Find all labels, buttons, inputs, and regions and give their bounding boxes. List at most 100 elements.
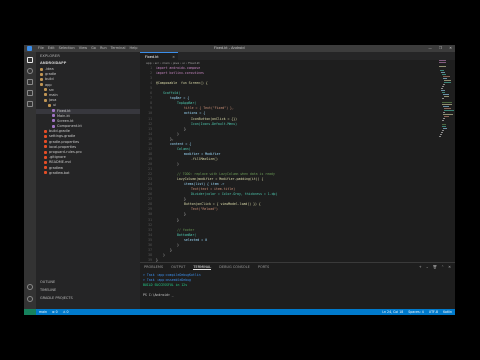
tab-debug-console[interactable]: DEBUG CONSOLE (219, 265, 250, 270)
cursor-position[interactable]: Ln 24, Col 18 (382, 309, 403, 315)
tab-fixed-kt[interactable]: Fixed.kt × (140, 52, 178, 60)
settings-icon[interactable] (27, 296, 33, 302)
file-tree-item[interactable]: gradlew.bat (36, 171, 140, 176)
file-icon (44, 98, 47, 102)
minimap-line (442, 130, 445, 131)
close-panel-icon[interactable]: ✕ (448, 265, 451, 269)
language-mode[interactable]: Kotlin (443, 309, 452, 315)
code-line: // TODO: replace with LazyColumn when da… (177, 172, 275, 177)
title-bar: File Edit Selection View Go Run Terminal Help F… (24, 45, 455, 52)
code-line: @Composable fun Screen() { (156, 81, 208, 86)
minimap-line (442, 104, 452, 105)
close-button[interactable]: ✕ (449, 45, 452, 52)
line-number: 13 (148, 126, 152, 131)
encoding[interactable]: UTF-8 (429, 309, 438, 315)
trash-icon[interactable]: 🗑 (433, 265, 437, 269)
file-tree-label: ui (53, 103, 57, 108)
file-tree-label: README.md (49, 160, 71, 165)
menu-item-view[interactable]: View (79, 45, 87, 52)
minimap-line (439, 60, 446, 61)
minimap-line (442, 124, 446, 125)
file-icon (44, 166, 47, 170)
minimap-line (439, 136, 442, 137)
minimap-line (440, 70, 444, 71)
new-terminal-icon[interactable]: + (419, 265, 422, 269)
code-line: Divider(color = Color.Gray, thickness = … (191, 192, 278, 197)
maximize-panel-icon[interactable]: ⌃ (441, 265, 444, 269)
code-line: actions = { (184, 111, 206, 116)
line-number: 7 (150, 96, 152, 101)
run-debug-icon[interactable] (27, 90, 33, 96)
minimap-line (443, 118, 446, 119)
line-number: 24 (148, 182, 152, 187)
status-right: Ln 24, Col 18 Spaces: 4 UTF-8 Kotlin (382, 309, 452, 315)
tab-terminal[interactable]: TERMINAL (193, 265, 212, 270)
file-tree-label: .idea (45, 67, 54, 71)
code-line: } (184, 126, 186, 131)
code-line: items(list) { item -> (184, 182, 225, 187)
line-number: 12 (148, 121, 152, 126)
file-icon (52, 124, 55, 128)
minimap-line (443, 84, 446, 85)
code-line: import kotlinx.coroutines (156, 71, 204, 76)
minimap-line (444, 80, 451, 81)
file-tree-label: gradle (45, 72, 57, 77)
extensions-icon[interactable] (27, 101, 33, 107)
file-tree-label: proguard-rules.pro (49, 150, 82, 154)
line-number: 36 (148, 242, 152, 247)
terminal-output[interactable]: > Task :app:compileDebugKotlin > Task :ap… (143, 273, 201, 298)
close-tab-icon[interactable]: × (172, 53, 175, 61)
line-number: 30 (148, 212, 152, 217)
warnings-count[interactable]: ⚠ 0 (63, 309, 69, 315)
remote-indicator[interactable] (24, 309, 36, 315)
branch-indicator[interactable]: main (39, 309, 47, 315)
line-number: 21 (148, 167, 152, 171)
line-number: 29 (148, 207, 152, 212)
line-number: 19 (148, 156, 152, 161)
line-number: 37 (148, 247, 152, 252)
gradle-section[interactable]: GRADLE PROJECTS (40, 296, 73, 300)
file-tree-label: gradlew.bat (49, 170, 70, 175)
menu-item-edit[interactable]: Edit (48, 45, 55, 52)
file-icon (52, 109, 55, 112)
file-icon (44, 171, 47, 175)
minimize-button[interactable]: — (428, 45, 432, 52)
menu-item-terminal[interactable]: Terminal (111, 45, 126, 52)
indentation[interactable]: Spaces: 4 (408, 309, 424, 315)
errors-count[interactable]: ⊗ 0 (52, 309, 58, 315)
menu-item-file[interactable]: File (38, 45, 44, 52)
menu-item-help[interactable]: Help (129, 45, 137, 52)
maximize-button[interactable]: ❐ (439, 45, 442, 52)
account-icon[interactable] (27, 284, 33, 290)
file-icon (40, 77, 43, 81)
search-icon[interactable] (27, 68, 33, 74)
file-tree-label: Main.kt (57, 113, 70, 118)
file-tree-label: Screen.kt (57, 118, 74, 123)
tab-ports[interactable]: PORTS (258, 265, 269, 270)
file-icon (52, 114, 55, 118)
panel-tabs: PROBLEMS OUTPUT TERMINAL DEBUG CONSOLE PORTS (144, 265, 269, 270)
outline-section[interactable]: OUTLINE (40, 280, 55, 284)
minimap-line (439, 62, 446, 63)
timeline-section[interactable]: TIMELINE (40, 288, 56, 292)
files-icon[interactable] (27, 57, 33, 63)
minimap-line (442, 102, 452, 103)
minimap[interactable] (439, 60, 454, 140)
breadcrumb[interactable]: app › src › main › java › ui › Fixed.kt (146, 61, 200, 65)
minimap-line (444, 110, 454, 111)
menu-item-go[interactable]: Go (91, 45, 96, 52)
tab-output[interactable]: OUTPUT (171, 265, 185, 270)
menu-item-run[interactable]: Run (100, 45, 107, 52)
menu-item-selection[interactable]: Selection (59, 45, 75, 52)
file-icon (44, 145, 47, 149)
code-line: Column( (177, 146, 191, 151)
line-number: 15 (148, 136, 152, 141)
workspace-root[interactable]: ANDROIDAPP (40, 61, 66, 65)
file-icon (44, 93, 47, 97)
source-control-icon[interactable] (27, 79, 33, 85)
file-icon (44, 160, 47, 164)
tab-problems[interactable]: PROBLEMS (144, 265, 163, 270)
terminal-dropdown-icon[interactable]: ⌄ (426, 265, 429, 269)
minimap-line (442, 120, 445, 121)
line-number: 10 (148, 111, 152, 116)
